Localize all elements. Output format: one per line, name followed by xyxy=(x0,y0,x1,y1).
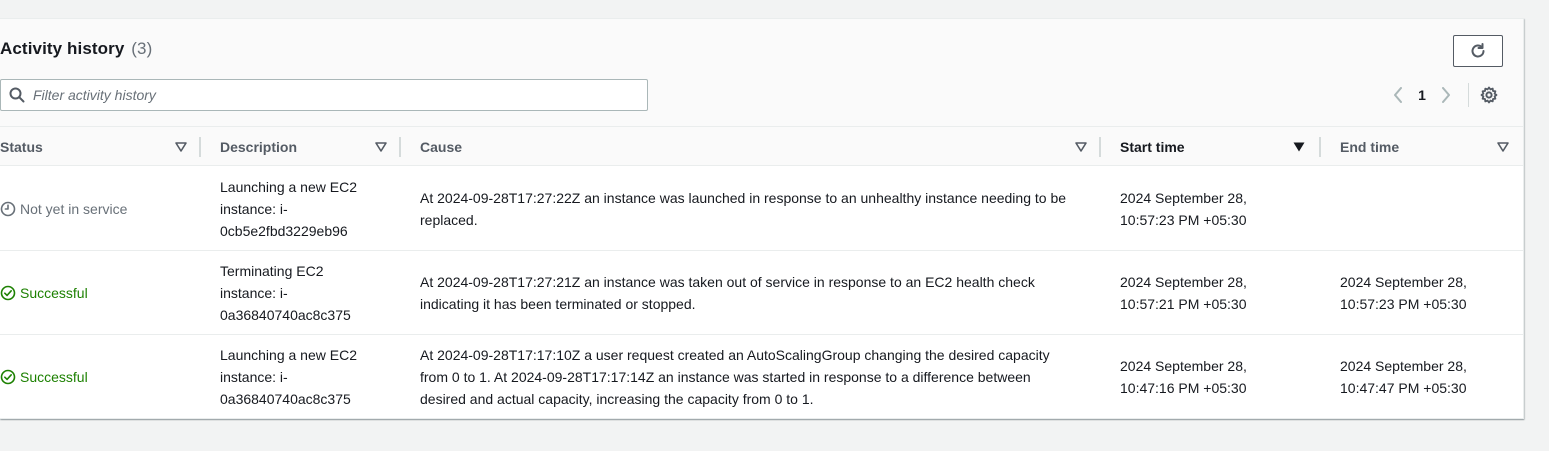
filter-input[interactable] xyxy=(33,87,647,103)
status-cell: Not yet in service xyxy=(0,167,200,251)
next-page-button[interactable] xyxy=(1432,83,1460,107)
sort-caret-down-icon[interactable] xyxy=(1496,140,1510,154)
description-cell: Terminating EC2 instance: i- 0a36840740a… xyxy=(220,263,351,323)
column-resizer[interactable] xyxy=(1319,137,1321,157)
pager-divider xyxy=(1468,83,1469,107)
sort-caret-down-icon[interactable] xyxy=(174,140,188,154)
start-time-cell: 2024 September 28, 10:57:21 PM +05:30 xyxy=(1120,274,1247,312)
end-time-cell xyxy=(1340,167,1520,251)
refresh-button[interactable] xyxy=(1453,35,1503,67)
column-header-status[interactable]: Status xyxy=(0,127,200,166)
item-count: (3) xyxy=(131,39,153,58)
chevron-left-icon xyxy=(1394,87,1402,103)
gear-icon xyxy=(1480,86,1498,104)
chevron-right-icon xyxy=(1442,87,1450,103)
status-indicator: Not yet in service xyxy=(0,198,127,220)
column-header-end-time[interactable]: End time xyxy=(1340,127,1520,166)
end-time-cell: 2024 September 28, 10:57:23 PM +05:30 xyxy=(1340,274,1467,312)
status-cell: Successful xyxy=(0,251,200,335)
column-header-start-time[interactable]: Start time xyxy=(1120,127,1320,166)
start-time-cell: 2024 September 28, 10:57:23 PM +05:30 xyxy=(1120,190,1247,228)
cause-cell: At 2024-09-28T17:27:21Z an instance was … xyxy=(420,274,1035,312)
check-circle-icon xyxy=(0,285,16,301)
table-header: Status Description Cause Start time End … xyxy=(0,127,1523,166)
panel-header: Activity history (3) 1 xyxy=(0,19,1523,127)
preferences-button[interactable] xyxy=(1477,83,1501,107)
pagination: 1 xyxy=(1384,83,1501,107)
status-indicator: Successful xyxy=(0,366,88,388)
start-time-cell: 2024 September 28, 10:47:16 PM +05:30 xyxy=(1120,358,1247,396)
sort-caret-down-icon[interactable] xyxy=(1074,140,1088,154)
activity-history-panel: Activity history (3) 1 xyxy=(0,18,1524,419)
column-resizer[interactable] xyxy=(199,137,201,157)
cause-cell: At 2024-09-28T17:27:22Z an instance was … xyxy=(420,190,1067,228)
previous-page-button[interactable] xyxy=(1384,83,1412,107)
check-circle-icon xyxy=(0,369,16,385)
cause-cell: At 2024-09-28T17:17:10Z a user request c… xyxy=(420,347,1050,407)
clock-icon xyxy=(0,201,16,217)
description-cell: Launching a new EC2 instance: i- 0a36840… xyxy=(220,347,357,407)
current-page-number[interactable]: 1 xyxy=(1412,87,1432,103)
column-header-description[interactable]: Description xyxy=(220,127,400,166)
status-cell: Successful xyxy=(0,335,200,419)
status-indicator: Successful xyxy=(0,282,88,304)
description-cell: Launching a new EC2 instance: i- 0cb5e2f… xyxy=(220,179,357,239)
column-header-cause[interactable]: Cause xyxy=(420,127,1100,166)
column-resizer[interactable] xyxy=(399,137,401,157)
filter-field[interactable] xyxy=(0,79,648,111)
table-row: Successful Terminating EC2 instance: i- … xyxy=(0,251,1523,335)
table-row: Not yet in service Launching a new EC2 i… xyxy=(0,167,1523,251)
page-title: Activity history (3) xyxy=(0,39,153,58)
sort-caret-down-icon[interactable] xyxy=(374,140,388,154)
end-time-cell: 2024 September 28, 10:47:47 PM +05:30 xyxy=(1340,358,1467,396)
refresh-icon xyxy=(1471,43,1485,58)
table-row: Successful Launching a new EC2 instance:… xyxy=(0,335,1523,419)
search-icon xyxy=(1,80,33,110)
column-resizer[interactable] xyxy=(1099,137,1101,157)
sort-caret-down-filled-icon[interactable] xyxy=(1292,140,1306,154)
